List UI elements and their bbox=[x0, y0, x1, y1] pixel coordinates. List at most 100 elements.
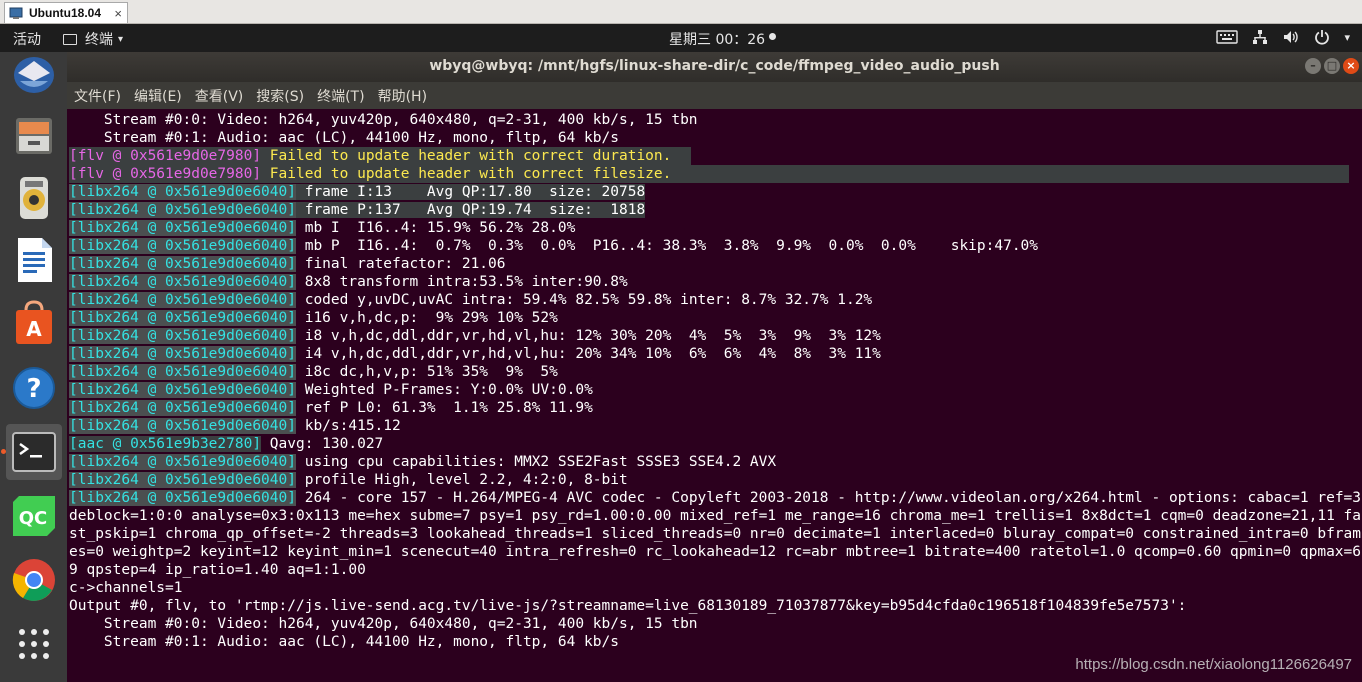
terminal-line: [libx264 @ 0x561e9d0e6040] ref P L0: 61.… bbox=[69, 399, 1362, 417]
chrome-icon[interactable] bbox=[6, 552, 62, 608]
terminal-line: [libx264 @ 0x561e9d0e6040] i4 v,h,dc,ddl… bbox=[69, 345, 1362, 363]
terminal-icon[interactable] bbox=[1, 424, 62, 480]
log-tag: [libx264 @ 0x561e9d0e6040] bbox=[69, 472, 296, 488]
terminal-line: [libx264 @ 0x561e9d0e6040] 8x8 transform… bbox=[69, 273, 1362, 291]
log-text: profile High, level 2.2, 4:2:0, 8-bit bbox=[295, 472, 628, 488]
terminal-line-x264-options: [libx264 @ 0x561e9d0e6040] 264 - core 15… bbox=[69, 489, 1362, 579]
log-text: Failed to update header with correct fil… bbox=[261, 166, 672, 182]
terminal-line: [libx264 @ 0x561e9d0e6040] final ratefac… bbox=[69, 255, 1362, 273]
log-text: Stream #0:0: Video: h264, yuv420p, 640x4… bbox=[69, 112, 698, 128]
log-text: ref P L0: 61.3% 1.1% 25.8% 11.9% bbox=[295, 400, 593, 416]
chevron-down-icon[interactable]: ▾ bbox=[1344, 28, 1350, 46]
system-tray[interactable]: ▾ bbox=[1216, 28, 1350, 46]
log-tag: [libx264 @ 0x561e9d0e6040] bbox=[69, 400, 296, 416]
vm-tab[interactable]: Ubuntu18.04 × bbox=[4, 2, 128, 23]
log-text: mb I I16..4: 15.9% 56.2% 28.0% bbox=[295, 220, 576, 236]
terminal-line: [libx264 @ 0x561e9d0e6040] frame I:13 Av… bbox=[69, 183, 1362, 201]
log-tag: [libx264 @ 0x561e9d0e6040] bbox=[69, 346, 296, 362]
vm-tab-title: Ubuntu18.04 bbox=[29, 6, 102, 20]
running-indicator bbox=[1, 449, 6, 454]
log-tag: [libx264 @ 0x561e9d0e6040] bbox=[69, 364, 296, 380]
clock-label: 星期三 00：26 bbox=[669, 32, 766, 48]
log-tag: [flv @ 0x561e9d0e7980] bbox=[69, 148, 262, 164]
terminal-line: [libx264 @ 0x561e9d0e6040] mb I I16..4: … bbox=[69, 219, 1362, 237]
svg-text:QC: QC bbox=[19, 508, 48, 529]
log-text: i16 v,h,dc,p: 9% 29% 10% 52% bbox=[295, 310, 558, 326]
launcher-dock: A ? QC bbox=[0, 52, 67, 682]
vm-tab-close-icon[interactable]: × bbox=[114, 6, 122, 21]
app-menu-button[interactable]: 终端 ▾ bbox=[63, 29, 123, 49]
power-icon[interactable] bbox=[1314, 28, 1330, 46]
help-icon[interactable]: ? bbox=[6, 360, 62, 416]
network-icon[interactable] bbox=[1252, 28, 1268, 46]
log-tag: [libx264 @ 0x561e9d0e6040] bbox=[69, 310, 296, 326]
log-tag: [libx264 @ 0x561e9d0e6040] bbox=[69, 238, 296, 254]
software-center-icon[interactable]: A bbox=[6, 296, 62, 352]
window-title: wbyq@wbyq: /mnt/hgfs/linux-share-dir/c_c… bbox=[429, 58, 1000, 74]
terminal-line: Stream #0:0: Video: h264, yuv420p, 640x4… bbox=[69, 616, 698, 632]
log-text: Qavg: 130.027 bbox=[261, 436, 384, 452]
terminal-line: [libx264 @ 0x561e9d0e6040] Weighted P-Fr… bbox=[69, 381, 1362, 399]
terminal-line: [libx264 @ 0x561e9d0e6040] mb P I16..4: … bbox=[69, 237, 1362, 255]
log-tag: [libx264 @ 0x561e9d0e6040] bbox=[69, 256, 296, 272]
log-tag: [libx264 @ 0x561e9d0e6040] bbox=[69, 202, 296, 218]
log-text: Failed to update header with correct dur… bbox=[261, 148, 672, 164]
terminal-line: [libx264 @ 0x561e9d0e6040] i8 v,h,dc,ddl… bbox=[69, 327, 1362, 345]
menu-file[interactable]: 文件(F) bbox=[74, 86, 121, 106]
menu-edit[interactable]: 编辑(E) bbox=[134, 86, 182, 106]
terminal-line: Stream #0:1: Audio: aac (LC), 44100 Hz, … bbox=[69, 634, 619, 650]
keyboard-icon[interactable] bbox=[1216, 28, 1239, 46]
log-text: Weighted P-Frames: Y:0.0% UV:0.0% bbox=[295, 382, 593, 398]
log-tag: [aac @ 0x561e9b3e2780] bbox=[69, 436, 262, 452]
window-title-bar[interactable]: wbyq@wbyq: /mnt/hgfs/linux-share-dir/c_c… bbox=[67, 52, 1362, 82]
log-text: i8 v,h,dc,ddl,ddr,vr,hd,vl,hu: 12% 30% 2… bbox=[295, 328, 881, 344]
log-tag: [libx264 @ 0x561e9d0e6040] bbox=[69, 292, 296, 308]
terminal-line: [libx264 @ 0x561e9d0e6040] i8c dc,h,v,p:… bbox=[69, 363, 1362, 381]
terminal-line: [flv @ 0x561e9d0e7980] Failed to update … bbox=[69, 147, 691, 165]
terminal-line: [libx264 @ 0x561e9d0e6040] kb/s:415.12 bbox=[69, 417, 1362, 435]
terminal-output[interactable]: Stream #0:0: Video: h264, yuv420p, 640x4… bbox=[67, 109, 1362, 682]
terminal-line: [libx264 @ 0x561e9d0e6040] using cpu cap… bbox=[69, 453, 1362, 471]
files-icon[interactable] bbox=[6, 108, 62, 164]
terminal-line: [aac @ 0x561e9b3e2780] Qavg: 130.027 bbox=[69, 435, 1362, 453]
terminal-line: [libx264 @ 0x561e9d0e6040] coded y,uvDC,… bbox=[69, 291, 1362, 309]
log-tag: [libx264 @ 0x561e9d0e6040] bbox=[69, 184, 296, 200]
log-text: using cpu capabilities: MMX2 SSE2Fast SS… bbox=[295, 454, 777, 470]
menu-terminal[interactable]: 终端(T) bbox=[317, 86, 364, 106]
terminal-line: [libx264 @ 0x561e9d0e6040] frame P:137 A… bbox=[69, 201, 1362, 219]
clock[interactable]: 星期三 00：26 bbox=[669, 29, 777, 49]
maximize-icon[interactable]: □ bbox=[1324, 58, 1340, 74]
svg-text:A: A bbox=[26, 317, 42, 341]
thunderbird-icon[interactable] bbox=[6, 46, 62, 102]
log-text: frame I:13 Avg QP:17.80 size: 20758 bbox=[295, 184, 646, 200]
log-tag: [libx264 @ 0x561e9d0e6040] bbox=[69, 328, 296, 344]
log-tag: [flv @ 0x561e9d0e7980] bbox=[69, 166, 262, 182]
terminal-lines: Stream #0:0: Video: h264, yuv420p, 640x4… bbox=[69, 111, 1362, 489]
terminal-line: [flv @ 0x561e9d0e7980] Failed to update … bbox=[69, 165, 1349, 183]
qt-creator-icon[interactable]: QC bbox=[6, 488, 62, 544]
menu-search[interactable]: 搜索(S) bbox=[256, 86, 304, 106]
log-text: Stream #0:1: Audio: aac (LC), 44100 Hz, … bbox=[69, 130, 619, 146]
terminal-line: Output #0, flv, to 'rtmp://js.live-send.… bbox=[69, 598, 1187, 614]
gnome-top-panel: 活动 终端 ▾ 星期三 00：26 ▾ bbox=[0, 24, 1362, 52]
rhythmbox-icon[interactable] bbox=[6, 170, 62, 226]
log-tag: [libx264 @ 0x561e9d0e6040] bbox=[69, 274, 296, 290]
menu-bar: 文件(F) 编辑(E) 查看(V) 搜索(S) 终端(T) 帮助(H) bbox=[67, 82, 1362, 109]
chevron-down-icon: ▾ bbox=[118, 33, 124, 45]
minimize-icon[interactable]: – bbox=[1305, 58, 1321, 74]
menu-view[interactable]: 查看(V) bbox=[195, 86, 244, 106]
log-tag: [libx264 @ 0x561e9d0e6040] bbox=[69, 418, 296, 434]
log-text: frame P:137 Avg QP:19.74 size: 1818 bbox=[295, 202, 646, 218]
libreoffice-writer-icon[interactable] bbox=[6, 232, 62, 288]
terminal-line: [libx264 @ 0x561e9d0e6040] profile High,… bbox=[69, 471, 1362, 489]
menu-help[interactable]: 帮助(H) bbox=[378, 86, 427, 106]
terminal-line: Stream #0:0: Video: h264, yuv420p, 640x4… bbox=[69, 111, 1362, 129]
volume-icon[interactable] bbox=[1282, 28, 1300, 46]
app-grid-icon[interactable] bbox=[6, 616, 62, 672]
log-text: kb/s:415.12 bbox=[295, 418, 401, 434]
log-text: mb P I16..4: 0.7% 0.3% 0.0% P16..4: 38.3… bbox=[295, 238, 1039, 254]
log-text: i4 v,h,dc,ddl,ddr,vr,hd,vl,hu: 20% 34% 1… bbox=[295, 346, 881, 362]
log-tag: [libx264 @ 0x561e9d0e6040] bbox=[69, 454, 296, 470]
svg-text:?: ? bbox=[26, 374, 41, 404]
close-icon[interactable]: × bbox=[1343, 58, 1359, 74]
